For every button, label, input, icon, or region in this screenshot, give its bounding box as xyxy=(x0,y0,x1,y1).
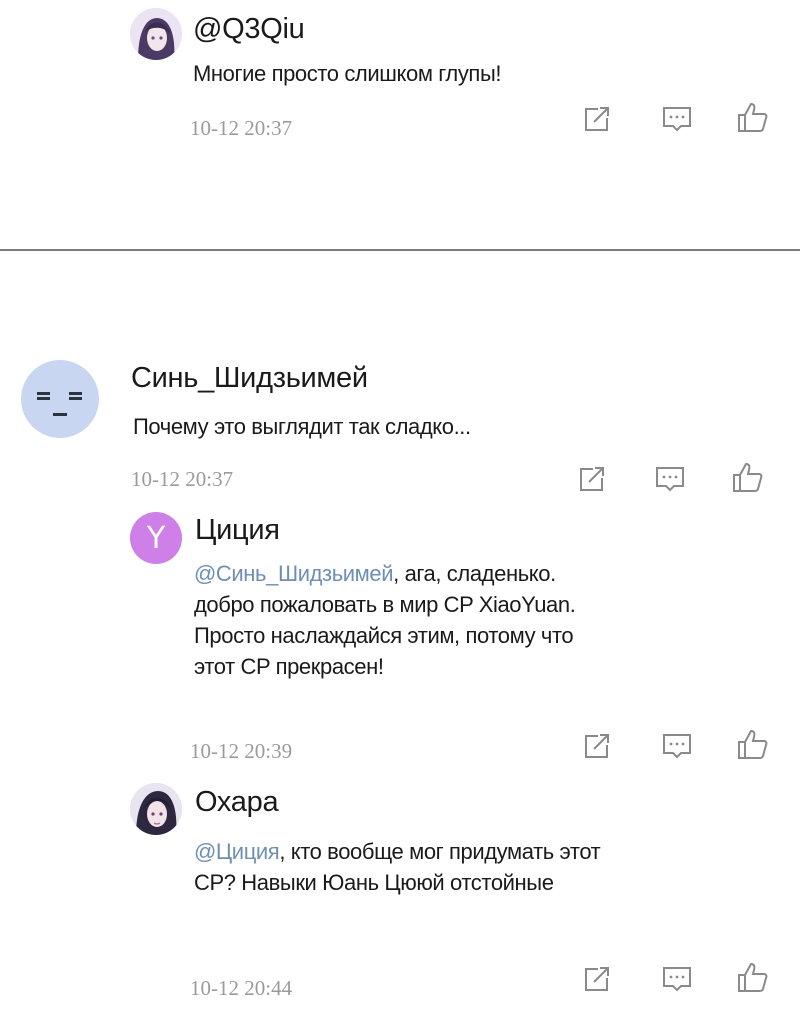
comment-username[interactable]: Циция xyxy=(195,514,280,547)
comment-text: Многие просто слишком глупы! xyxy=(193,61,502,86)
mention-link[interactable]: @Циция xyxy=(194,839,280,864)
anime-character-avatar-icon xyxy=(130,783,182,835)
thumbs-up-icon[interactable] xyxy=(735,960,769,994)
thumbs-up-icon[interactable] xyxy=(735,100,769,134)
reply-comment-icon[interactable] xyxy=(660,729,694,763)
reply-comment-icon[interactable] xyxy=(660,962,694,996)
share-icon[interactable] xyxy=(580,962,614,996)
thumbs-up-icon[interactable] xyxy=(730,460,764,494)
comment-username[interactable]: @Q3Qiu xyxy=(193,13,305,46)
comment-username[interactable]: Синь_Шидзьимей xyxy=(131,362,368,395)
share-icon[interactable] xyxy=(580,102,614,136)
section-divider xyxy=(0,249,800,251)
avatar-letter: Y xyxy=(146,520,166,556)
reply-comment-icon[interactable] xyxy=(660,102,694,136)
sleepy-face-avatar-icon xyxy=(37,392,82,416)
user-avatar[interactable] xyxy=(130,783,182,835)
comment-timestamp: 10-12 20:37 xyxy=(190,116,293,140)
comment-text: Почему это выглядит так сладко... xyxy=(133,414,471,439)
comment-timestamp: 10-12 20:44 xyxy=(190,976,293,1000)
comment-timestamp: 10-12 20:37 xyxy=(131,467,234,491)
share-icon[interactable] xyxy=(575,462,609,496)
share-icon[interactable] xyxy=(580,729,614,763)
comment-username[interactable]: Охара xyxy=(195,786,279,819)
comment-text: @Циция, кто вообще мог придумать этот CP… xyxy=(194,839,601,895)
mention-link[interactable]: @Синь_Шидзьимей xyxy=(194,561,394,586)
comment-text: @Синь_Шидзьимей, ага, сладенько. добро п… xyxy=(194,561,576,679)
user-avatar[interactable] xyxy=(21,360,99,438)
comment-timestamp: 10-12 20:39 xyxy=(190,739,293,763)
thumbs-up-icon[interactable] xyxy=(735,727,769,761)
reply-comment-icon[interactable] xyxy=(653,462,687,496)
user-avatar[interactable]: Y xyxy=(130,512,182,564)
user-avatar[interactable] xyxy=(130,8,182,60)
anime-girl-avatar-icon xyxy=(130,8,182,60)
